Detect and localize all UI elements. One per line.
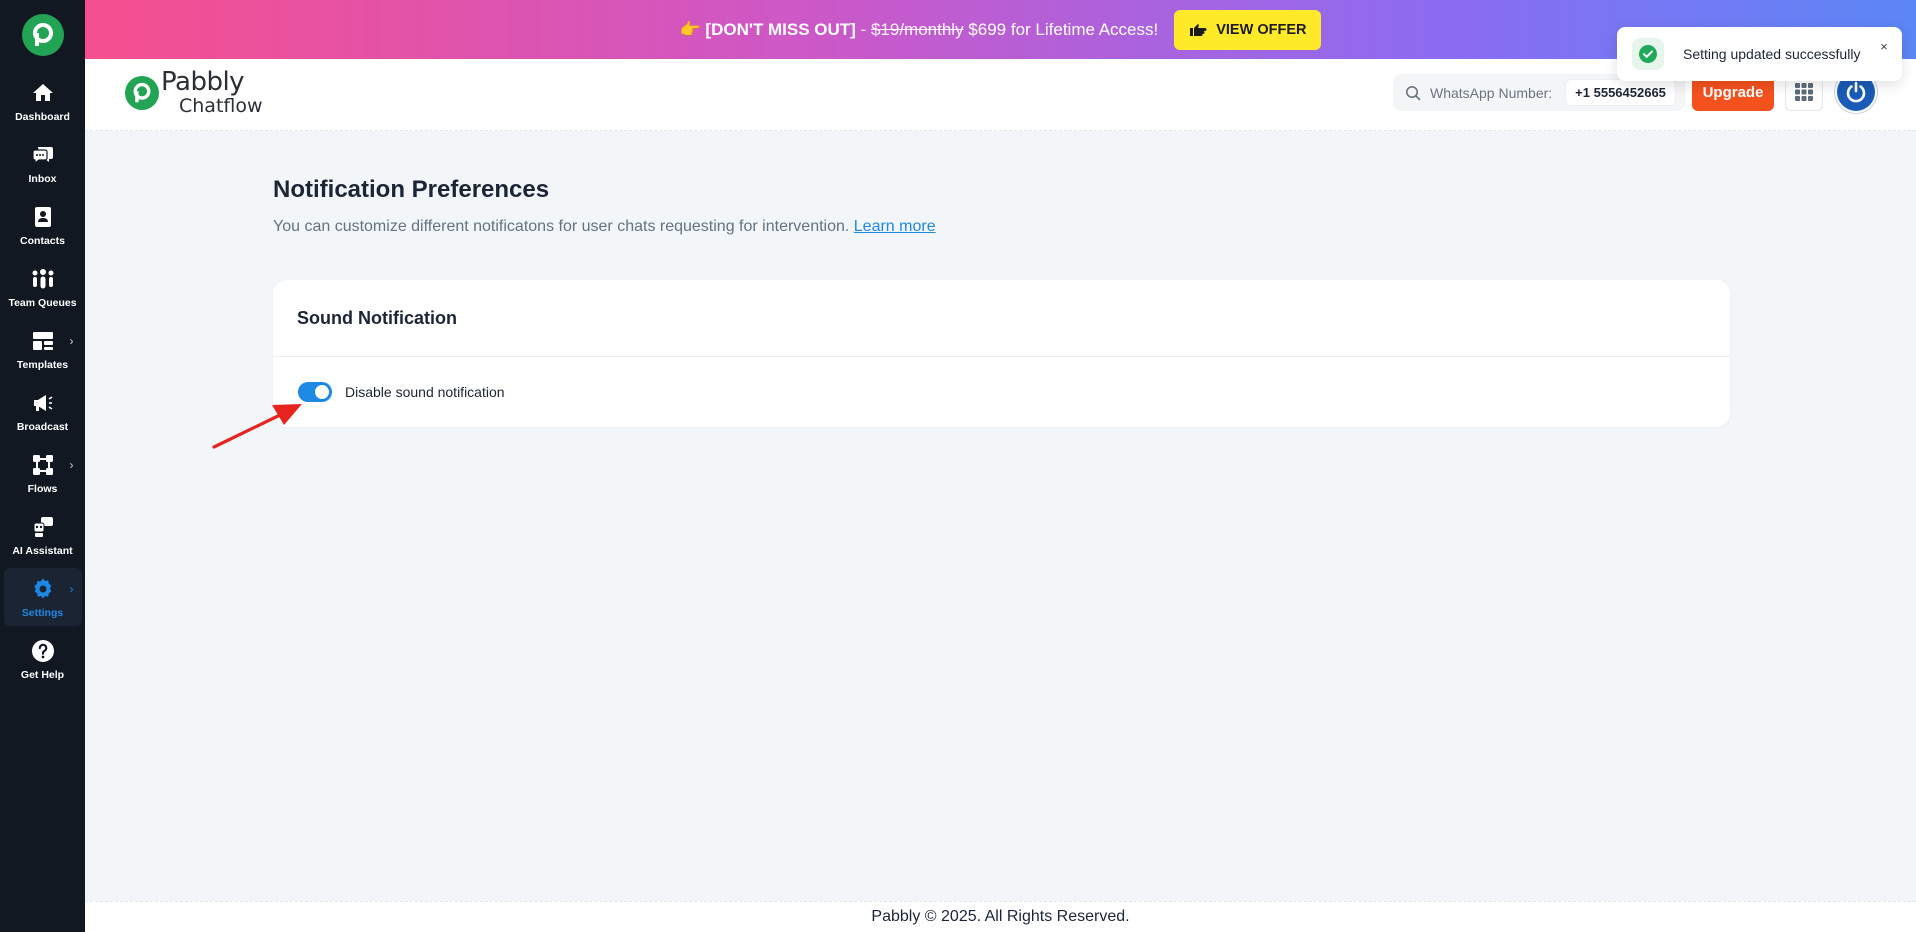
sidebar-item-label: Inbox <box>28 172 57 185</box>
check-circle-icon <box>1632 38 1664 70</box>
promo-headline: [DON'T MISS OUT] <box>705 19 856 39</box>
chat-icon <box>30 142 56 168</box>
close-icon[interactable]: × <box>1875 37 1893 55</box>
toggle-row: Disable sound notification <box>273 357 1730 427</box>
megaphone-icon <box>30 390 56 416</box>
page-description: You can customize different notificatons… <box>273 218 936 236</box>
gear-icon <box>30 576 56 602</box>
sidebar-item-contacts[interactable]: Contacts <box>4 196 82 254</box>
sound-notification-card: Sound Notification Disable sound notific… <box>273 280 1730 427</box>
sidebar-item-label: Contacts <box>20 234 65 247</box>
view-offer-button[interactable]: VIEW OFFER <box>1174 9 1322 50</box>
view-offer-label: VIEW OFFER <box>1216 21 1307 38</box>
description-text: You can customize different notificatons… <box>273 218 850 235</box>
sidebar: Dashboard Inbox Contacts Team Queues Tem… <box>0 0 85 932</box>
chevron-right-icon: › <box>69 582 74 596</box>
sidebar-item-dashboard[interactable]: Dashboard <box>4 72 82 130</box>
toggle-knob <box>315 385 329 399</box>
brand-logo[interactable]: Pabbly Chatflow <box>125 69 263 116</box>
grid-icon <box>1795 83 1813 101</box>
sidebar-item-team-queues[interactable]: Team Queues <box>4 258 82 316</box>
app-logo[interactable] <box>21 14 64 56</box>
card-title: Sound Notification <box>273 280 1730 357</box>
sidebar-item-label: AI Assistant <box>12 544 73 557</box>
sidebar-item-label: Settings <box>21 606 64 619</box>
sidebar-item-ai-assistant[interactable]: AI Assistant <box>4 506 82 564</box>
pabbly-logo-icon <box>32 23 53 46</box>
sidebar-item-settings[interactable]: Settings › <box>3 568 82 626</box>
sidebar-item-flows[interactable]: Flows › <box>4 444 82 502</box>
pabbly-logo-icon <box>125 75 159 110</box>
template-icon <box>30 328 56 354</box>
pointing-hand-emoji: 👉 <box>679 19 701 39</box>
page-title: Notification Preferences <box>273 176 550 203</box>
sidebar-item-label: Broadcast <box>16 420 69 433</box>
sidebar-item-broadcast[interactable]: Broadcast <box>4 382 82 440</box>
team-icon <box>30 266 56 292</box>
search-icon <box>1406 85 1421 100</box>
learn-more-link[interactable]: Learn more <box>854 218 936 235</box>
contact-book-icon <box>30 204 56 230</box>
sidebar-item-label: Team Queues <box>8 296 77 309</box>
sidebar-item-label: Flows <box>27 482 58 495</box>
red-arrow-annotation <box>212 404 302 449</box>
brand-sub: Chatflow <box>179 95 263 117</box>
promo-offer: $699 for Lifetime Access! <box>963 19 1159 39</box>
sidebar-item-templates[interactable]: Templates › <box>4 320 82 378</box>
promo-text: 👉 [DON'T MISS OUT] - $19/monthly $699 fo… <box>680 20 1159 40</box>
success-toast: Setting updated successfully × <box>1617 27 1902 81</box>
flow-icon <box>30 452 56 478</box>
chevron-right-icon: › <box>69 334 74 348</box>
brand-name: Pabbly <box>161 67 245 97</box>
power-icon <box>1846 81 1866 103</box>
promo-dash: - <box>855 19 871 39</box>
home-icon <box>30 80 56 106</box>
promo-old-price: $19/monthly <box>870 19 964 39</box>
robot-icon <box>30 514 56 540</box>
toggle-label: Disable sound notification <box>345 384 505 400</box>
whatsapp-number-label: WhatsApp Number: <box>1430 84 1553 101</box>
sidebar-item-label: Dashboard <box>15 110 70 123</box>
sidebar-item-inbox[interactable]: Inbox <box>4 134 82 192</box>
toast-message: Setting updated successfully <box>1683 46 1861 62</box>
sidebar-item-label: Templates <box>16 358 69 371</box>
pointing-hand-icon <box>1190 23 1207 36</box>
footer: Pabbly © 2025. All Rights Reserved. <box>85 901 1916 932</box>
sidebar-item-label: Get Help <box>20 668 65 681</box>
help-icon <box>30 638 56 664</box>
sidebar-item-get-help[interactable]: Get Help <box>4 630 82 688</box>
whatsapp-number-value: +1 5556452665 <box>1565 79 1676 106</box>
chevron-right-icon: › <box>69 458 74 472</box>
